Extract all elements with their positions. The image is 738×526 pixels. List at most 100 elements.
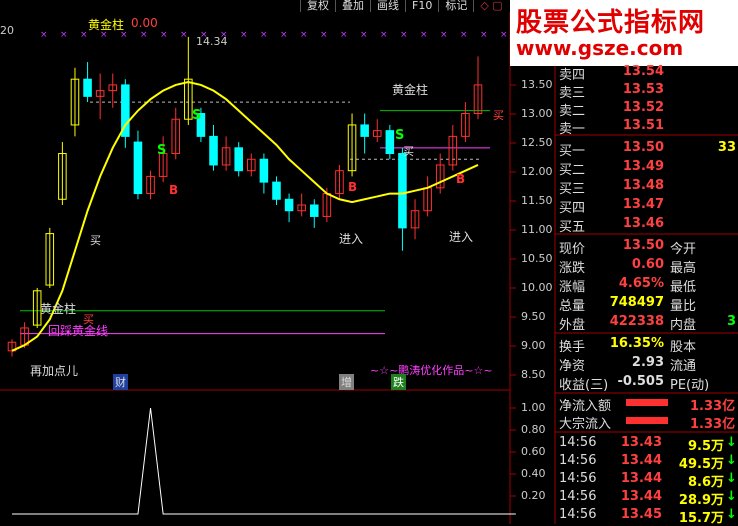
change-label: 涨跌	[559, 261, 586, 276]
candle-body	[209, 135, 218, 166]
volume-ratio-label: 量比	[670, 299, 697, 314]
peak-price-label: 14.34	[196, 35, 228, 48]
price-axis-label: 12.50	[521, 136, 553, 149]
indicator-name: 黄金柱	[88, 18, 125, 32]
gold-line-label: 回踩黄金线	[48, 324, 109, 338]
watermark-banner: 股票公式指标网 www.gsze.com	[510, 0, 738, 66]
ask4-label: 卖四	[559, 68, 586, 83]
outer-disk-label: 外盘	[559, 318, 586, 333]
draw-line-button[interactable]: 画线	[370, 0, 405, 12]
float-label: 流通	[670, 359, 697, 374]
event-finance-tag[interactable]: 财	[113, 374, 128, 390]
tick-price: 13.44	[620, 489, 662, 504]
chart-toolbar: 复权 叠加 画线 F10 标记 ◇ ▢	[300, 0, 509, 12]
volume-axis-label: 1.00	[521, 401, 546, 414]
gold-bar-label-left: 黄金柱	[40, 302, 77, 316]
tick-volume: 9.5万	[687, 439, 724, 454]
ask4-price[interactable]: 13.54	[610, 64, 664, 79]
bid3-label: 买三	[559, 182, 586, 197]
s-mark-1: S	[192, 108, 202, 123]
candle-body	[83, 78, 92, 97]
b-mark-3: B	[456, 172, 466, 186]
f10-button[interactable]: F10	[405, 0, 438, 12]
bid5-price[interactable]: 13.46	[610, 216, 664, 231]
ask2-price[interactable]: 13.52	[610, 100, 664, 115]
bid4-label: 买四	[559, 201, 586, 216]
current-price-value: 13.50	[622, 238, 664, 253]
high-label: 最高	[670, 261, 697, 276]
candle-body	[360, 124, 369, 137]
bid1-price[interactable]: 13.50	[610, 140, 664, 155]
block-inflow-label: 大宗流入	[559, 417, 612, 432]
price-axis-label: 12.00	[521, 165, 553, 178]
top-marker-x: ×	[340, 30, 348, 40]
tick-time: 14:56	[559, 471, 597, 486]
turnover-value: 16.35%	[609, 336, 664, 351]
tick-volume: 8.6万	[687, 475, 724, 490]
window-controls-icon[interactable]: ◇ ▢	[473, 0, 508, 12]
share-capital-label: 股本	[670, 340, 697, 355]
bid4-price[interactable]: 13.47	[610, 197, 664, 212]
top-left-number: 20	[0, 24, 14, 37]
inner-disk-value: 3	[726, 314, 736, 329]
top-marker-x: ×	[280, 30, 288, 40]
tick-time: 14:56	[559, 489, 597, 504]
mark-button[interactable]: 标记	[438, 0, 473, 12]
tick-time: 14:56	[559, 507, 597, 522]
top-marker-x: ×	[480, 30, 488, 40]
author-label: ~☆~鹏涛优化作品~☆~	[370, 364, 493, 377]
tick-price: 13.44	[620, 453, 662, 468]
top-marker-x: ×	[440, 30, 448, 40]
price-axis-label: 10.50	[521, 252, 553, 265]
eps-value: -0.505	[617, 374, 664, 389]
candle-body	[385, 130, 395, 155]
candle-body	[398, 153, 407, 229]
candle-body	[133, 141, 143, 195]
tick-price: 13.45	[620, 507, 662, 522]
bid1-label: 买一	[559, 144, 586, 159]
tick-arrow-icon: ↓	[726, 471, 737, 486]
top-marker-x: ×	[300, 30, 308, 40]
event-increase-tag[interactable]: 增	[339, 374, 354, 390]
price-axis-label: 13.00	[521, 107, 553, 120]
ask3-label: 卖三	[559, 86, 586, 101]
net-assets-label: 净资	[559, 359, 586, 374]
ask3-price[interactable]: 13.53	[610, 82, 664, 97]
open-label: 今开	[670, 242, 697, 257]
top-marker-x: ×	[320, 30, 328, 40]
tick-volume: 28.9万	[678, 493, 724, 508]
bid1-volume: 33	[717, 140, 736, 155]
buy-label-3: 买	[493, 109, 504, 122]
candle-body	[234, 147, 243, 172]
enter-label-1: 进入	[339, 232, 364, 246]
candle-body	[284, 198, 294, 212]
top-marker-x: ×	[80, 30, 88, 40]
inner-disk-label: 内盘	[670, 318, 697, 333]
price-axis-label: 9.00	[521, 339, 546, 352]
bid2-price[interactable]: 13.49	[610, 159, 664, 174]
outer-disk-value: 422338	[609, 314, 664, 329]
total-volume-value: 748497	[609, 295, 664, 310]
buy-label-2: 买	[403, 145, 414, 158]
ask1-price[interactable]: 13.51	[610, 118, 664, 133]
overlay-button[interactable]: 叠加	[335, 0, 370, 12]
price-axis-label: 11.00	[521, 223, 553, 236]
event-drop-tag[interactable]: 跌	[391, 374, 406, 390]
tick-price: 13.43	[620, 435, 662, 450]
tick-price: 13.44	[620, 471, 662, 486]
price-axis-label: 11.50	[521, 194, 553, 207]
s-mark-3: S	[395, 128, 405, 143]
tick-time: 14:56	[559, 435, 597, 450]
restore-rights-button[interactable]: 复权	[300, 0, 335, 12]
tick-time: 14:56	[559, 453, 597, 468]
buy-label-1: 买	[90, 234, 101, 247]
pe-label: PE(动)	[670, 378, 710, 393]
top-marker-x: ×	[180, 30, 188, 40]
bid3-price[interactable]: 13.48	[610, 178, 664, 193]
top-marker-x: ×	[60, 30, 68, 40]
price-axis-label: 8.50	[521, 368, 546, 381]
ask2-label: 卖二	[559, 104, 586, 119]
bid2-label: 买二	[559, 163, 586, 178]
indicator-value: 0.00	[131, 16, 158, 30]
candle-body	[259, 158, 269, 183]
